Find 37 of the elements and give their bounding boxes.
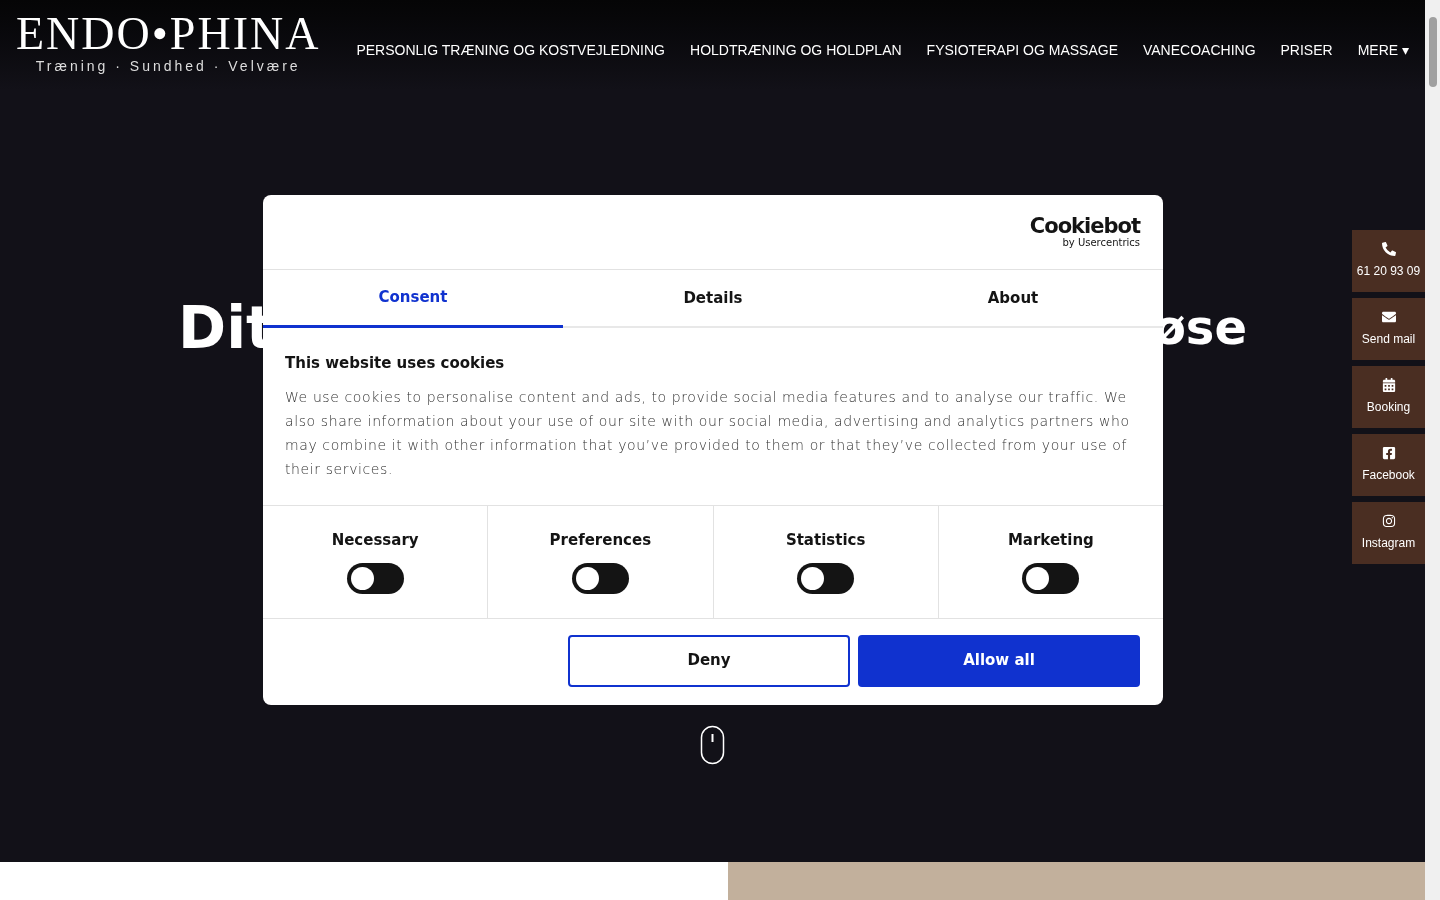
scrollbar[interactable]: [1425, 0, 1440, 900]
toggle-switch[interactable]: [571, 563, 629, 594]
contact-button[interactable]: Send mail: [1352, 298, 1425, 360]
toggle-switch[interactable]: [797, 563, 855, 594]
category-label: Preferences: [549, 529, 652, 551]
nav-link[interactable]: MERE ▾: [1357, 40, 1409, 61]
category-label: Statistics: [785, 529, 866, 551]
contact-button[interactable]: Facebook: [1352, 434, 1425, 496]
dialog-title: This website uses cookies: [285, 353, 506, 374]
toggle-switch[interactable]: [1022, 563, 1080, 594]
contact-button[interactable]: Instagram: [1352, 502, 1425, 564]
nav-link[interactable]: HOLDTRÆNING OG HOLDPLAN: [690, 40, 902, 61]
brand-byline: by Usercentrics: [1062, 237, 1140, 249]
category-label: Marketing: [1007, 529, 1094, 551]
dialog-text: We use cookies to personalise content and ads, to provide social media features and to analyse our traffic. We also share information about your use of our site with our social media, advertising and analytics partners who may combine it with other information that you’ve provided to them or that they’ve collected from your use of their services.: [285, 387, 1131, 479]
logo-tagline: Træning · Sundhed · Velvære: [35, 58, 301, 74]
phone-icon: [1381, 242, 1396, 256]
tab[interactable]: About: [863, 270, 1163, 326]
toggle-switch[interactable]: [346, 563, 404, 594]
nav-link[interactable]: FYSIOTERAPI OG MASSAGE: [926, 40, 1118, 61]
tab[interactable]: Consent: [263, 270, 563, 328]
contact-button[interactable]: Booking: [1352, 366, 1425, 428]
mouse-scroll-icon: [700, 725, 725, 765]
contact-button[interactable]: 61 20 93 09: [1352, 230, 1425, 292]
nav-link[interactable]: PERSONLIG TRÆNING OG KOSTVEJLEDNING: [356, 40, 665, 61]
logo-wordmark[interactable]: ENDO•PHINA: [16, 10, 321, 58]
instagram-icon: [1381, 514, 1396, 528]
deny-button[interactable]: Deny: [568, 634, 850, 687]
allow-all-button[interactable]: Allow all: [858, 634, 1140, 687]
category-label: Necessary: [331, 529, 419, 551]
calendar-icon: [1381, 378, 1396, 392]
nav-link[interactable]: VANECOACHING: [1143, 40, 1256, 61]
nav-link[interactable]: PRISER: [1280, 40, 1333, 61]
envelope-icon: [1381, 310, 1396, 324]
brand-logo: Cookiebot: [1029, 215, 1140, 237]
facebook-icon: [1381, 446, 1396, 460]
tab[interactable]: Details: [563, 270, 863, 326]
